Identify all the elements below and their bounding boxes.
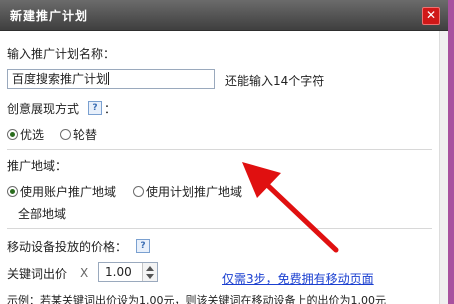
bid-multiplier-stepper[interactable]: 1.00	[98, 262, 158, 282]
chevron-up-icon[interactable]	[146, 266, 154, 271]
section-divider	[7, 149, 432, 150]
dialog-titlebar[interactable]: 新建推广计划 ✕	[0, 0, 448, 31]
plan-name-value: 百度搜索推广计划	[12, 72, 109, 86]
creative-option-optimize[interactable]: 优选	[20, 126, 44, 143]
vertical-scrollbar[interactable]	[439, 31, 448, 304]
stepper-arrows[interactable]	[142, 263, 157, 281]
plan-name-label: 输入推广计划名称：	[7, 47, 116, 61]
creative-optimize-radio[interactable]	[7, 129, 18, 140]
chevron-down-icon[interactable]	[146, 274, 154, 279]
creative-label: 创意展现方式	[7, 102, 80, 116]
region-plan-radio[interactable]	[133, 186, 144, 197]
region-value: 全部地域	[18, 207, 67, 221]
region-option-plan[interactable]: 使用计划推广地域	[146, 183, 242, 200]
example-text: 示例：若某关键词出价设为1.00元，则该关键词在移动设备上的出价为1.00元	[7, 294, 386, 304]
multiplier-symbol: X	[80, 266, 89, 280]
bid-multiplier-value: 1.00	[105, 265, 132, 279]
region-option-account[interactable]: 使用账户推广地域	[20, 183, 116, 200]
mobile-price-label: 移动设备投放的价格：	[7, 240, 128, 254]
mobile-help-icon[interactable]: ?	[136, 239, 150, 253]
mobile-page-link[interactable]: 仅需3步，免费拥有移动页面	[222, 270, 374, 287]
creative-option-rotate[interactable]: 轮替	[73, 126, 97, 143]
region-account-radio[interactable]	[7, 186, 18, 197]
creative-help-icon[interactable]: ?	[88, 101, 102, 115]
creative-colon: ：	[104, 102, 117, 116]
close-icon[interactable]: ✕	[422, 7, 440, 25]
plan-name-input[interactable]: 百度搜索推广计划	[7, 69, 215, 89]
region-label: 推广地域：	[7, 159, 68, 173]
dialog-title: 新建推广计划	[10, 9, 89, 23]
section-divider-2	[7, 228, 432, 229]
creative-rotate-radio[interactable]	[60, 129, 71, 140]
new-plan-dialog: 新建推广计划 ✕ 输入推广计划名称： 百度搜索推广计划 还能输入14个字符 创意…	[0, 0, 448, 304]
plan-name-hint: 还能输入14个字符	[225, 74, 325, 88]
keyword-bid-label: 关键词出价	[7, 267, 68, 281]
